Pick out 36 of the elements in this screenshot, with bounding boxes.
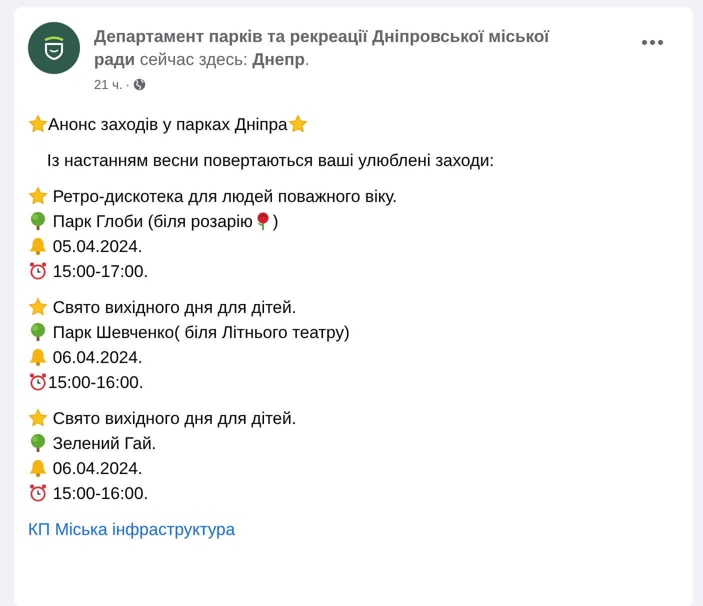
post-text: Зелений Гай. (52, 432, 156, 454)
post-text: Із настанням весни повертаються ваші улюблені заходи: (46, 150, 494, 172)
star-icon (28, 297, 48, 317)
post-text: Анонс заходів у парках Дніпра (48, 114, 288, 136)
alarm-clock-icon (28, 261, 48, 281)
post-text: 15:00-17:00. (52, 260, 148, 282)
post-text: Ретро-дискотека для людей поважного віку. (52, 186, 398, 208)
star-icon (28, 114, 48, 134)
tree-icon (28, 211, 48, 231)
post-text: ) (272, 210, 278, 232)
post-text: Свято вихідного дня для дітей. (52, 408, 296, 430)
post-text: Парк Шевченко( біля Літнього театру) (52, 322, 350, 344)
bell-icon (28, 347, 48, 367)
post-text: 15:00-16:00. (52, 482, 148, 504)
post-text: Парк Глоби (біля розарію (52, 210, 253, 232)
globe-icon (132, 78, 146, 92)
post-text: 15:00-16:00. (48, 372, 144, 394)
star-icon (28, 186, 48, 206)
post-text: 05.04.2024. (52, 236, 143, 258)
page-avatar[interactable] (28, 22, 80, 74)
bell-icon (28, 458, 48, 478)
post-header-text: Департамент парків та рекреації Дніпровської міської ради сейчас здесь: Днепр. (94, 26, 550, 71)
tree-icon (28, 322, 48, 342)
alarm-clock-icon (28, 483, 48, 503)
alarm-clock-icon (28, 372, 48, 392)
bell-icon (28, 236, 48, 256)
post-time[interactable]: 21 ч. (94, 75, 122, 94)
shield-logo-icon (43, 35, 65, 61)
post-text: 06.04.2024. (52, 346, 143, 368)
post-text: 06.04.2024. (52, 458, 143, 480)
page-link[interactable]: КП Міська інфраструктура (28, 520, 236, 538)
star-icon (288, 114, 308, 134)
post-text: Свято вихідного дня для дітей. (52, 296, 296, 318)
star-icon (28, 408, 48, 428)
separator-dot: · (125, 76, 130, 94)
tree-icon (28, 433, 48, 453)
